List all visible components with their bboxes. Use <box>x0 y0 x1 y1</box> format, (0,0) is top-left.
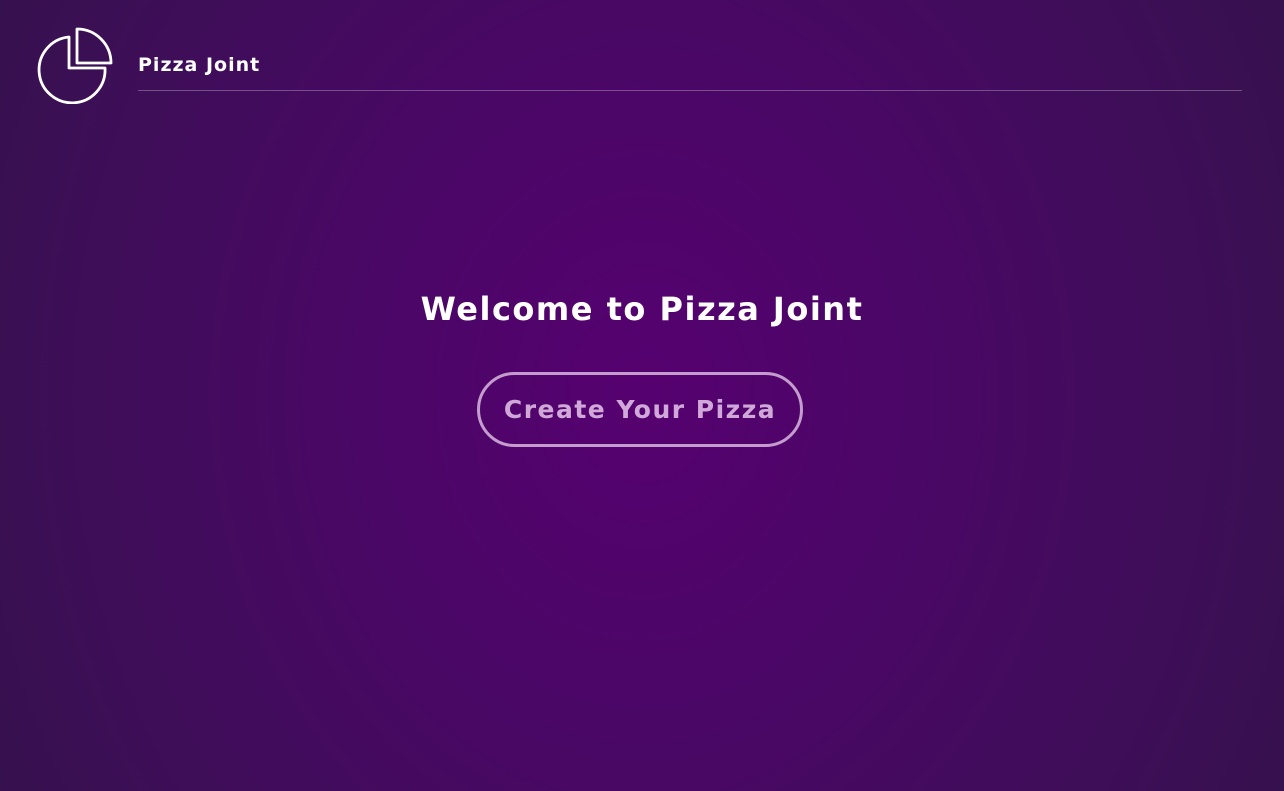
welcome-title: Welcome to Pizza Joint <box>420 290 864 329</box>
header-divider <box>138 90 1242 91</box>
header: Pizza Joint <box>0 0 1284 110</box>
pie-chart-icon[interactable] <box>35 26 113 104</box>
create-pizza-button[interactable]: Create Your Pizza <box>477 372 803 447</box>
brand-name[interactable]: Pizza Joint <box>138 53 260 77</box>
